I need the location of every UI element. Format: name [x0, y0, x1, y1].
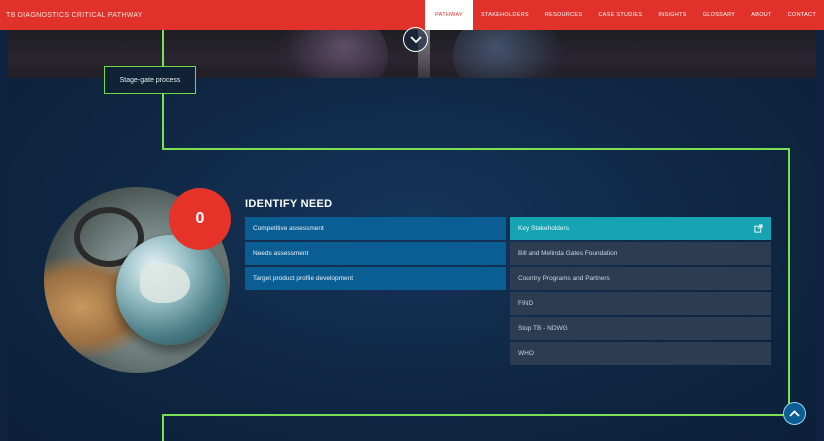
stakeholder-list: Key Stakeholders Bill and Melinda Gates … — [510, 217, 771, 367]
stage-number-badge: 0 — [169, 188, 231, 250]
stakeholder-item[interactable]: FIND — [510, 292, 771, 315]
nav-item-resources[interactable]: RESOURCES — [537, 0, 591, 30]
nav-item-glossary[interactable]: GLOSSARY — [695, 0, 744, 30]
stakeholder-item[interactable]: WHO — [510, 342, 771, 365]
external-link-icon[interactable] — [754, 224, 763, 233]
scroll-to-top-button[interactable] — [783, 402, 806, 425]
stakeholder-item[interactable]: Stop TB - NDWG — [510, 317, 771, 340]
continent-graphic — [140, 263, 190, 303]
stage-title: IDENTIFY NEED — [245, 198, 333, 210]
stage-gate-process-label[interactable]: Stage-gate process — [104, 66, 196, 94]
task-target-product-profile[interactable]: Target product profile development — [245, 267, 506, 290]
task-list: Competitive assessment Needs assessment … — [245, 217, 506, 292]
key-stakeholders-label: Key Stakeholders — [518, 225, 569, 232]
nav-item-stakeholders[interactable]: STAKEHOLDERS — [473, 0, 537, 30]
connector-line — [162, 414, 164, 441]
stakeholder-item[interactable]: Country Programs and Partners — [510, 267, 771, 290]
nav-item-case-studies[interactable]: CASE STUDIES — [590, 0, 650, 30]
connector-line — [162, 148, 790, 150]
scroll-down-button[interactable] — [403, 27, 428, 52]
nav-item-pathway[interactable]: PATHWAY — [425, 0, 473, 30]
nav-item-contact[interactable]: CONTACT — [780, 0, 824, 30]
main-nav: PATHWAY STAKEHOLDERS RESOURCES CASE STUD… — [425, 0, 824, 30]
left-lung-graphic — [278, 30, 388, 78]
nav-item-insights[interactable]: INSIGHTS — [650, 0, 694, 30]
connector-line — [164, 414, 790, 416]
chevron-up-icon — [789, 410, 800, 417]
right-lung-graphic — [453, 30, 563, 78]
task-needs-assessment[interactable]: Needs assessment — [245, 242, 506, 265]
connector-line — [788, 148, 790, 416]
nav-item-about[interactable]: ABOUT — [743, 0, 779, 30]
task-competitive-assessment[interactable]: Competitive assessment — [245, 217, 506, 240]
site-brand[interactable]: TB DIAGNOSTICS CRITICAL PATHWAY — [0, 12, 425, 19]
key-stakeholders-header[interactable]: Key Stakeholders — [510, 217, 771, 240]
chevron-down-icon — [409, 35, 422, 43]
top-nav-bar: TB DIAGNOSTICS CRITICAL PATHWAY PATHWAY … — [0, 0, 824, 30]
stakeholder-item[interactable]: Bill and Melinda Gates Foundation — [510, 242, 771, 265]
